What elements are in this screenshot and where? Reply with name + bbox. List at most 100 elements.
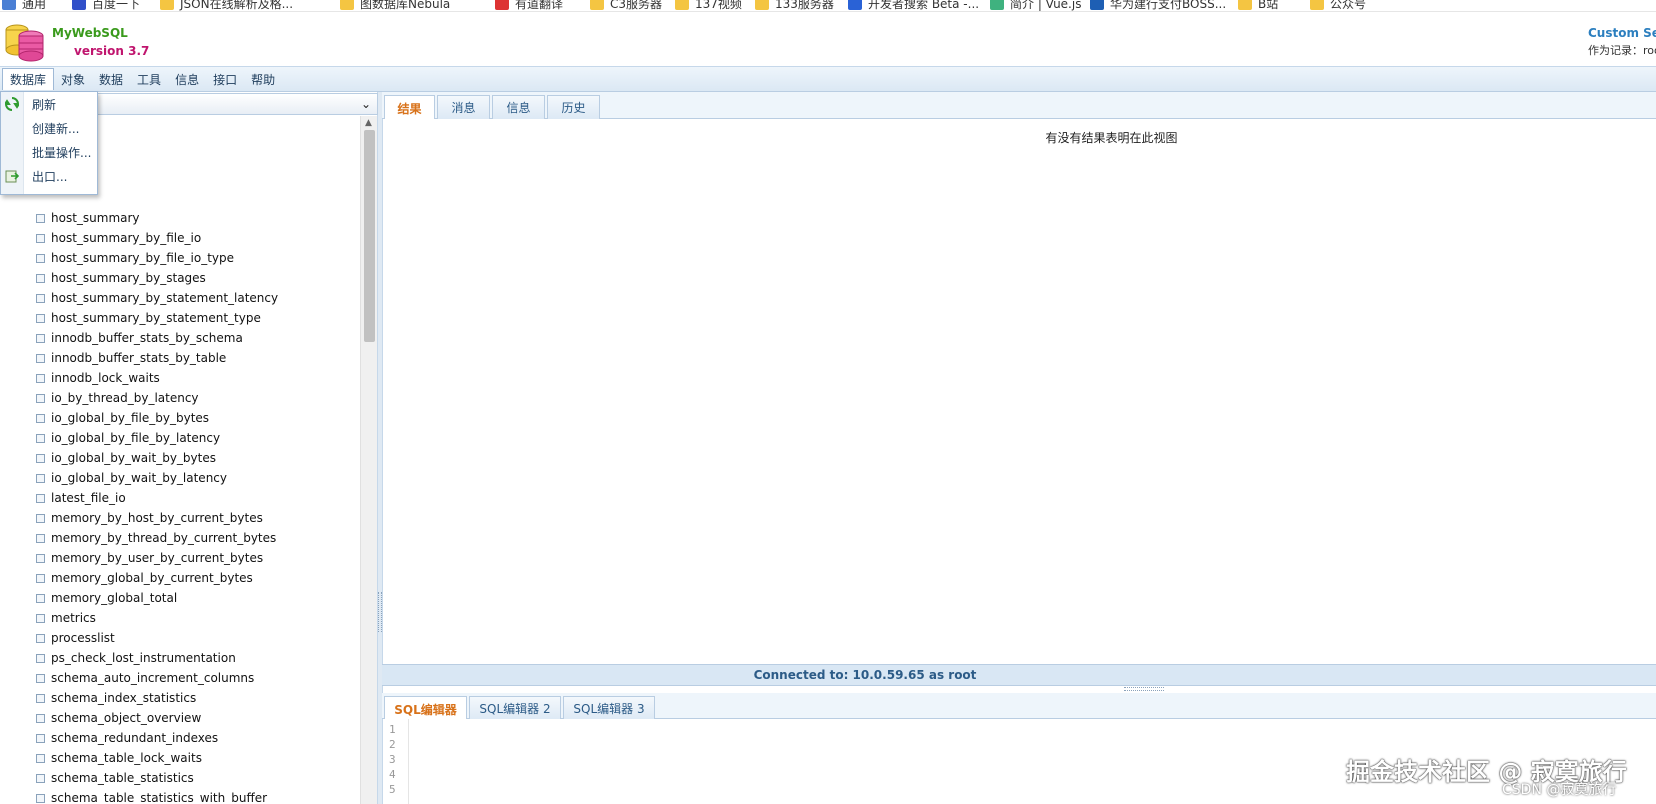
bookmark-vue[interactable]: 简介 | Vue.js: [990, 0, 1082, 11]
tree-item-view[interactable]: ps_check_lost_instrumentation: [0, 648, 236, 668]
tree-item-view[interactable]: io_global_by_file_by_latency: [0, 428, 220, 448]
scroll-up-icon[interactable]: ▲: [365, 118, 372, 128]
view-icon: [36, 373, 45, 383]
tree-scrollbar[interactable]: ▲: [360, 116, 377, 804]
tree-item-view[interactable]: io_global_by_wait_by_bytes: [0, 448, 216, 468]
bookmark-folder[interactable]: 133服务器: [755, 0, 834, 11]
tab-sql-editor-2[interactable]: SQL编辑器 2: [469, 696, 561, 720]
sql-editor-tabs: SQL编辑器 SQL编辑器 2 SQL编辑器 3: [382, 693, 1656, 721]
tree-item-label: host_summary: [51, 211, 140, 225]
tree-item-label: innodb_buffer_stats_by_table: [51, 351, 227, 365]
menu-help[interactable]: 帮助: [244, 69, 282, 90]
tree-item-view[interactable]: schema_table_lock_waits: [0, 748, 202, 768]
tree-item-view[interactable]: schema_table_statistics_with_buffer: [0, 788, 267, 804]
line-number: 3: [389, 753, 396, 766]
menu-option-label: 刷新: [32, 97, 57, 112]
tree-item-view[interactable]: host_summary_by_file_io: [0, 228, 201, 248]
tree-item-view[interactable]: host_summary_by_statement_type: [0, 308, 261, 328]
bookmark-devsearch[interactable]: 开发者搜索 Beta -...: [848, 0, 979, 11]
menu-option-create[interactable]: 创建新...: [1, 116, 97, 140]
tab-sql-editor-3[interactable]: SQL编辑器 3: [563, 696, 655, 720]
folder-icon: [590, 0, 604, 10]
menu-objects[interactable]: 对象: [54, 69, 92, 90]
view-icon: [36, 693, 45, 703]
view-icon: [36, 593, 45, 603]
view-icon: [36, 513, 45, 523]
tree-item-view[interactable]: host_summary_by_file_io_type: [0, 248, 234, 268]
tree-item-view[interactable]: schema_redundant_indexes: [0, 728, 218, 748]
tree-item-view[interactable]: memory_by_thread_by_current_bytes: [0, 528, 276, 548]
tree-item-label: metrics: [51, 611, 96, 625]
bookmark-folder[interactable]: JSON在线解析及格...: [160, 0, 293, 11]
tree-item-view[interactable]: schema_auto_increment_columns: [0, 668, 254, 688]
tree-item-view[interactable]: memory_by_user_by_current_bytes: [0, 548, 263, 568]
tree-item-view[interactable]: memory_by_host_by_current_bytes: [0, 508, 263, 528]
horizontal-splitter-grip[interactable]: [1124, 687, 1164, 691]
tree-item-label: memory_by_thread_by_current_bytes: [51, 531, 277, 545]
menu-interface[interactable]: 接口: [206, 69, 244, 90]
menu-info[interactable]: 信息: [168, 69, 206, 90]
server-name: Custom Server: [1588, 26, 1656, 40]
bookmark-label: 公众号: [1330, 0, 1367, 11]
tree-item-view[interactable]: io_by_thread_by_latency: [0, 388, 199, 408]
menu-option-batch[interactable]: 批量操作...: [1, 140, 97, 164]
tree-item-view[interactable]: io_global_by_file_by_bytes: [0, 408, 209, 428]
view-icon: [36, 473, 45, 483]
tree-item-view[interactable]: schema_table_statistics: [0, 768, 194, 788]
scrollbar-thumb[interactable]: [364, 130, 375, 342]
tree-item-view[interactable]: host_summary_by_stages: [0, 268, 206, 288]
menu-data[interactable]: 数据: [92, 69, 130, 90]
tree-item-view[interactable]: memory_global_by_current_bytes: [0, 568, 253, 588]
tab-history[interactable]: 历史: [547, 95, 600, 119]
bookmark-baidu[interactable]: 百度一下: [72, 0, 140, 11]
menu-database[interactable]: 数据库: [2, 68, 55, 90]
tree-item-view[interactable]: schema_object_overview: [0, 708, 201, 728]
tab-results[interactable]: 结果: [384, 95, 435, 120]
tab-info[interactable]: 信息: [492, 95, 545, 119]
tree-item-view[interactable]: innodb_buffer_stats_by_table: [0, 348, 226, 368]
bookmark-label: 图数据库Nebula: [360, 0, 451, 11]
bookmark-folder[interactable]: C3服务器: [590, 0, 663, 11]
bookmark-label: 简介 | Vue.js: [1010, 0, 1082, 11]
tree-item-label: innodb_lock_waits: [51, 371, 160, 385]
tree-item-view[interactable]: io_global_by_wait_by_latency: [0, 468, 227, 488]
bookmark-youdao[interactable]: 有道翻译: [495, 0, 564, 11]
tree-item-label: host_summary_by_file_io_type: [51, 251, 235, 265]
tree-item-view[interactable]: memory_global_total: [0, 588, 177, 608]
bookmark-apps[interactable]: 通用: [2, 0, 46, 11]
chevron-down-icon[interactable]: ⌄: [361, 97, 371, 111]
view-icon: [36, 573, 45, 583]
bookmark-label: C3服务器: [610, 0, 663, 11]
tree-item-view[interactable]: innodb_buffer_stats_by_schema: [0, 328, 243, 348]
bookmarks-bar: 通用 百度一下 JSON在线解析及格... 图数据库Nebula 有道翻译 C3…: [0, 0, 1656, 12]
bookmark-label: 133服务器: [775, 0, 834, 11]
tree-item-view[interactable]: host_summary_by_statement_latency: [0, 288, 278, 308]
folder-icon: [340, 0, 354, 10]
view-icon: [36, 233, 45, 243]
menu-tools[interactable]: 工具: [130, 69, 168, 90]
menu-option-export[interactable]: 出口...: [1, 164, 97, 188]
menu-option-refresh[interactable]: 刷新: [1, 92, 97, 116]
bookmark-folder[interactable]: B站: [1238, 0, 1278, 11]
bookmark-folder[interactable]: 图数据库Nebula: [340, 0, 451, 11]
bookmark-folder[interactable]: 137视频: [675, 0, 742, 11]
tree-item-label: io_global_by_wait_by_bytes: [51, 451, 216, 465]
view-icon: [36, 313, 45, 323]
tree-item-view[interactable]: schema_index_statistics: [0, 688, 196, 708]
tree-item-view[interactable]: processlist: [0, 628, 115, 648]
tree-item-view[interactable]: innodb_lock_waits: [0, 368, 160, 388]
folder-icon: [1238, 0, 1252, 10]
bookmark-huawei[interactable]: 华为建行支付BOSS...: [1090, 0, 1226, 11]
tree-item-view[interactable]: latest_file_io: [0, 488, 126, 508]
tab-messages[interactable]: 消息: [437, 95, 490, 119]
tree-item-view[interactable]: metrics: [0, 608, 96, 628]
bookmark-label: 有道翻译: [515, 0, 564, 11]
tree-item-label: host_summary_by_statement_latency: [51, 291, 279, 305]
tab-sql-editor-1[interactable]: SQL编辑器: [384, 696, 467, 721]
menu-option-label: 批量操作...: [32, 145, 92, 160]
bookmark-folder[interactable]: 公众号: [1310, 0, 1367, 11]
tree-item-view[interactable]: host_summary: [0, 208, 140, 228]
tree-item-label: io_global_by_wait_by_latency: [51, 471, 227, 485]
folder-icon: [1310, 0, 1324, 10]
object-tree: ig host_summaryhost_summary_by_file_ioho…: [0, 116, 360, 804]
